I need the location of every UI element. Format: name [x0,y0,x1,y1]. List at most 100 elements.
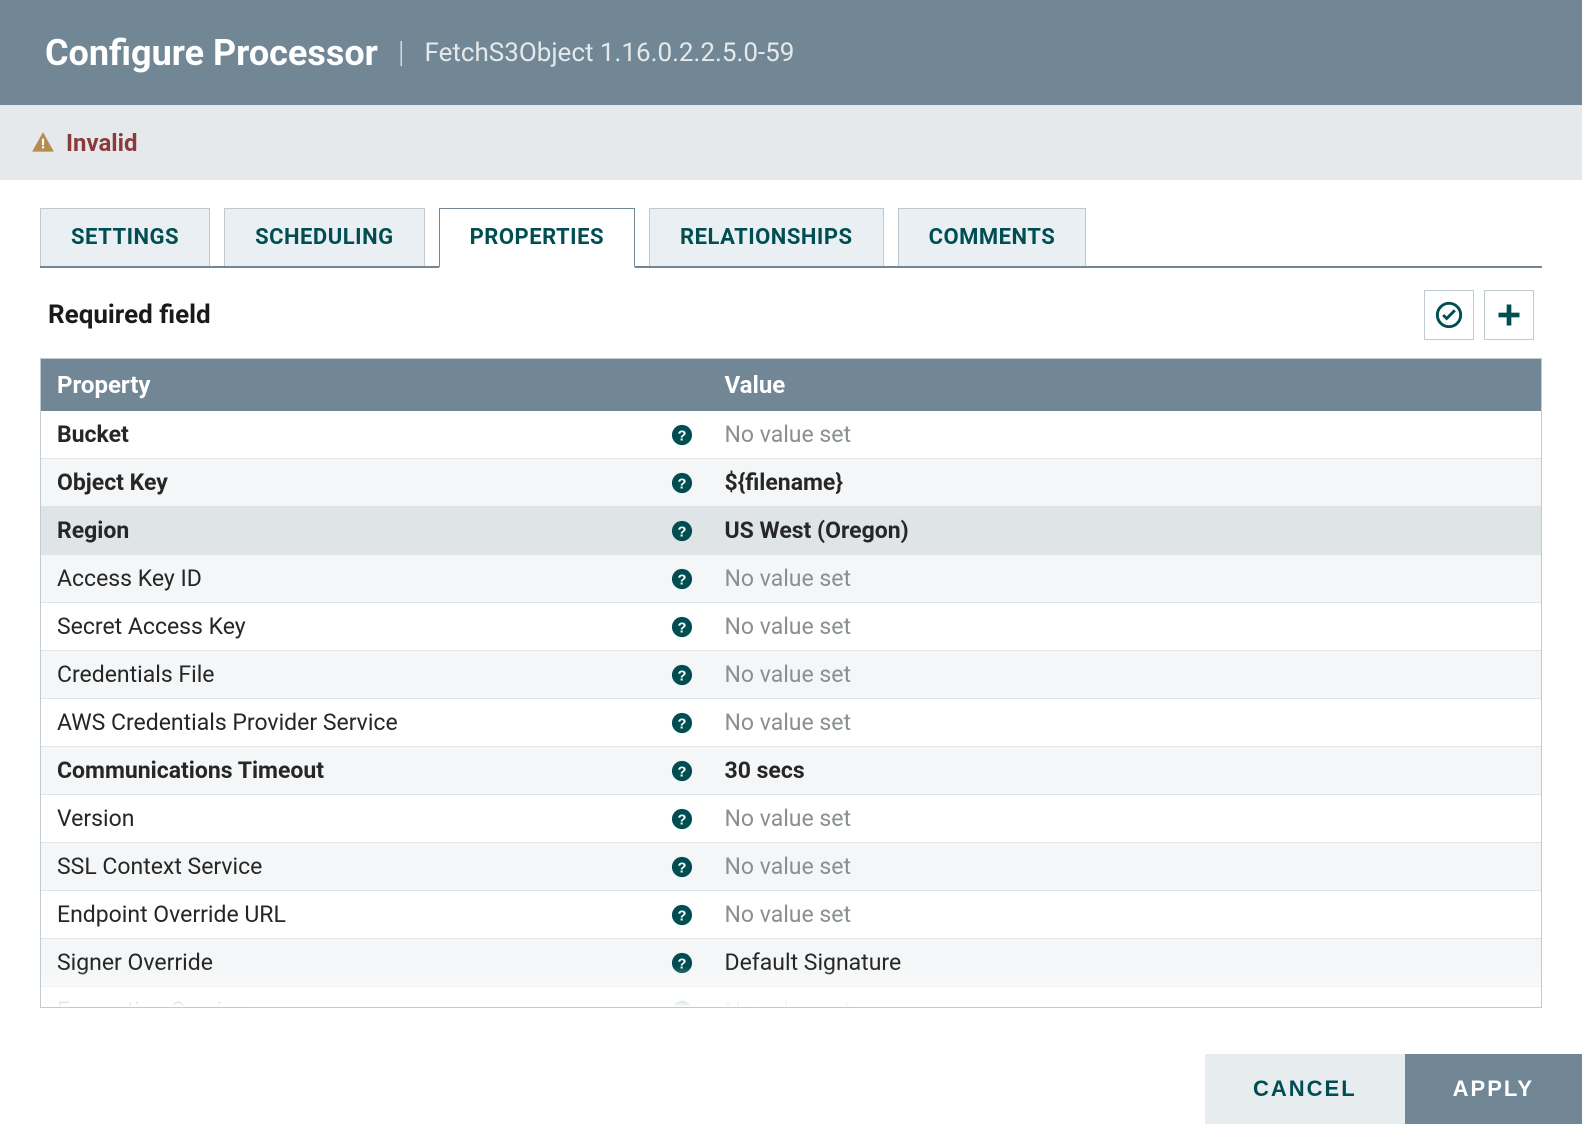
help-icon[interactable]: ? [671,424,693,446]
property-name-cell[interactable]: Secret Access Key? [41,603,709,650]
tab-properties[interactable]: PROPERTIES [439,208,635,268]
property-actions-cell [1376,747,1541,795]
property-name: SSL Context Service [57,853,262,880]
help-icon[interactable]: ? [671,952,693,974]
required-field-label: Required field [48,300,211,330]
property-name: Object Key [57,469,168,496]
help-icon[interactable]: ? [671,856,693,878]
property-name: Region [57,517,129,544]
property-name: Signer Override [57,949,213,976]
property-name-cell[interactable]: Bucket? [41,411,709,458]
property-name-cell[interactable]: AWS Credentials Provider Service? [41,699,709,746]
property-actions-cell [1376,891,1541,939]
property-value-cell[interactable]: No value set [709,987,1377,1009]
property-value-cell[interactable]: ${filename} [709,459,1377,507]
property-name: AWS Credentials Provider Service [57,709,398,736]
table-row[interactable]: SSL Context Service?No value set [41,843,1541,891]
svg-text:?: ? [677,860,686,876]
table-row[interactable]: Secret Access Key?No value set [41,603,1541,651]
help-icon[interactable]: ? [671,568,693,590]
svg-text:?: ? [677,812,686,828]
dialog-subtitle: FetchS3Object 1.16.0.2.2.5.0-59 [424,38,794,68]
property-value-cell[interactable]: Default Signature [709,939,1377,987]
property-value-cell[interactable]: US West (Oregon) [709,507,1377,555]
property-value-cell[interactable]: No value set [709,411,1377,459]
tab-comments[interactable]: COMMENTS [898,208,1087,266]
help-icon[interactable]: ? [671,712,693,734]
toolbar-buttons [1424,290,1534,340]
help-icon[interactable]: ? [671,760,693,782]
property-name: Encryption Service [57,997,246,1008]
property-actions-cell [1376,843,1541,891]
property-name: Version [57,805,134,832]
validation-status-bar: Invalid [0,105,1582,180]
property-name-cell[interactable]: Region? [41,507,709,554]
property-name-cell[interactable]: SSL Context Service? [41,843,709,890]
table-row[interactable]: AWS Credentials Provider Service?No valu… [41,699,1541,747]
property-name: Credentials File [57,661,215,688]
table-row[interactable]: Access Key ID?No value set [41,555,1541,603]
tab-settings[interactable]: SETTINGS [40,208,210,266]
table-row[interactable]: Bucket?No value set [41,411,1541,459]
help-icon[interactable]: ? [671,472,693,494]
property-name: Bucket [57,421,129,448]
property-actions-cell [1376,939,1541,987]
property-value-cell[interactable]: No value set [709,699,1377,747]
property-name-cell[interactable]: Version? [41,795,709,842]
property-name-cell[interactable]: Encryption Service? [41,987,709,1008]
help-icon[interactable]: ? [671,520,693,542]
table-row[interactable]: Communications Timeout?30 secs [41,747,1541,795]
property-value-cell[interactable]: No value set [709,555,1377,603]
property-value-cell[interactable]: No value set [709,843,1377,891]
verify-button[interactable] [1424,290,1474,340]
property-name-cell[interactable]: Object Key? [41,459,709,506]
add-property-button[interactable] [1484,290,1534,340]
property-value-cell[interactable]: No value set [709,651,1377,699]
column-header-value[interactable]: Value [709,359,1377,411]
dialog-title: Configure Processor [45,32,378,74]
property-actions-cell [1376,795,1541,843]
property-actions-cell [1376,603,1541,651]
svg-text:?: ? [677,716,686,732]
svg-text:?: ? [677,620,686,636]
property-name-cell[interactable]: Signer Override? [41,939,709,986]
svg-text:?: ? [677,476,686,492]
validation-status-text: Invalid [66,129,138,157]
tab-scheduling[interactable]: SCHEDULING [224,208,425,266]
table-row[interactable]: Credentials File?No value set [41,651,1541,699]
property-value-cell[interactable]: No value set [709,891,1377,939]
table-row[interactable]: Object Key?${filename} [41,459,1541,507]
apply-button[interactable]: APPLY [1405,1054,1582,1124]
table-row[interactable]: Endpoint Override URL?No value set [41,891,1541,939]
tab-relationships[interactable]: RELATIONSHIPS [649,208,884,266]
property-value-cell[interactable]: No value set [709,603,1377,651]
svg-text:?: ? [677,956,686,972]
property-actions-cell [1376,507,1541,555]
property-value-cell[interactable]: 30 secs [709,747,1377,795]
help-icon[interactable]: ? [671,664,693,686]
property-actions-cell [1376,459,1541,507]
help-icon[interactable]: ? [671,808,693,830]
column-header-actions [1376,359,1541,411]
table-row[interactable]: Version?No value set [41,795,1541,843]
table-row[interactable]: Encryption Service?No value set [41,987,1541,1009]
properties-table-wrap: Property Value Bucket?No value setObject… [40,358,1542,1008]
help-icon[interactable]: ? [671,1000,693,1009]
property-name-cell[interactable]: Communications Timeout? [41,747,709,794]
help-icon[interactable]: ? [671,904,693,926]
table-row[interactable]: Region?US West (Oregon) [41,507,1541,555]
dialog-footer: CANCEL APPLY [1205,1054,1582,1124]
property-name-cell[interactable]: Credentials File? [41,651,709,698]
table-row[interactable]: Signer Override?Default Signature [41,939,1541,987]
property-actions-cell [1376,699,1541,747]
property-value-cell[interactable]: No value set [709,795,1377,843]
cancel-button[interactable]: CANCEL [1205,1054,1405,1124]
property-actions-cell [1376,555,1541,603]
property-name-cell[interactable]: Endpoint Override URL? [41,891,709,938]
properties-table: Property Value Bucket?No value setObject… [41,359,1541,1008]
column-header-property[interactable]: Property [41,359,709,411]
property-actions-cell [1376,651,1541,699]
svg-text:?: ? [677,524,686,540]
help-icon[interactable]: ? [671,616,693,638]
property-name-cell[interactable]: Access Key ID? [41,555,709,602]
